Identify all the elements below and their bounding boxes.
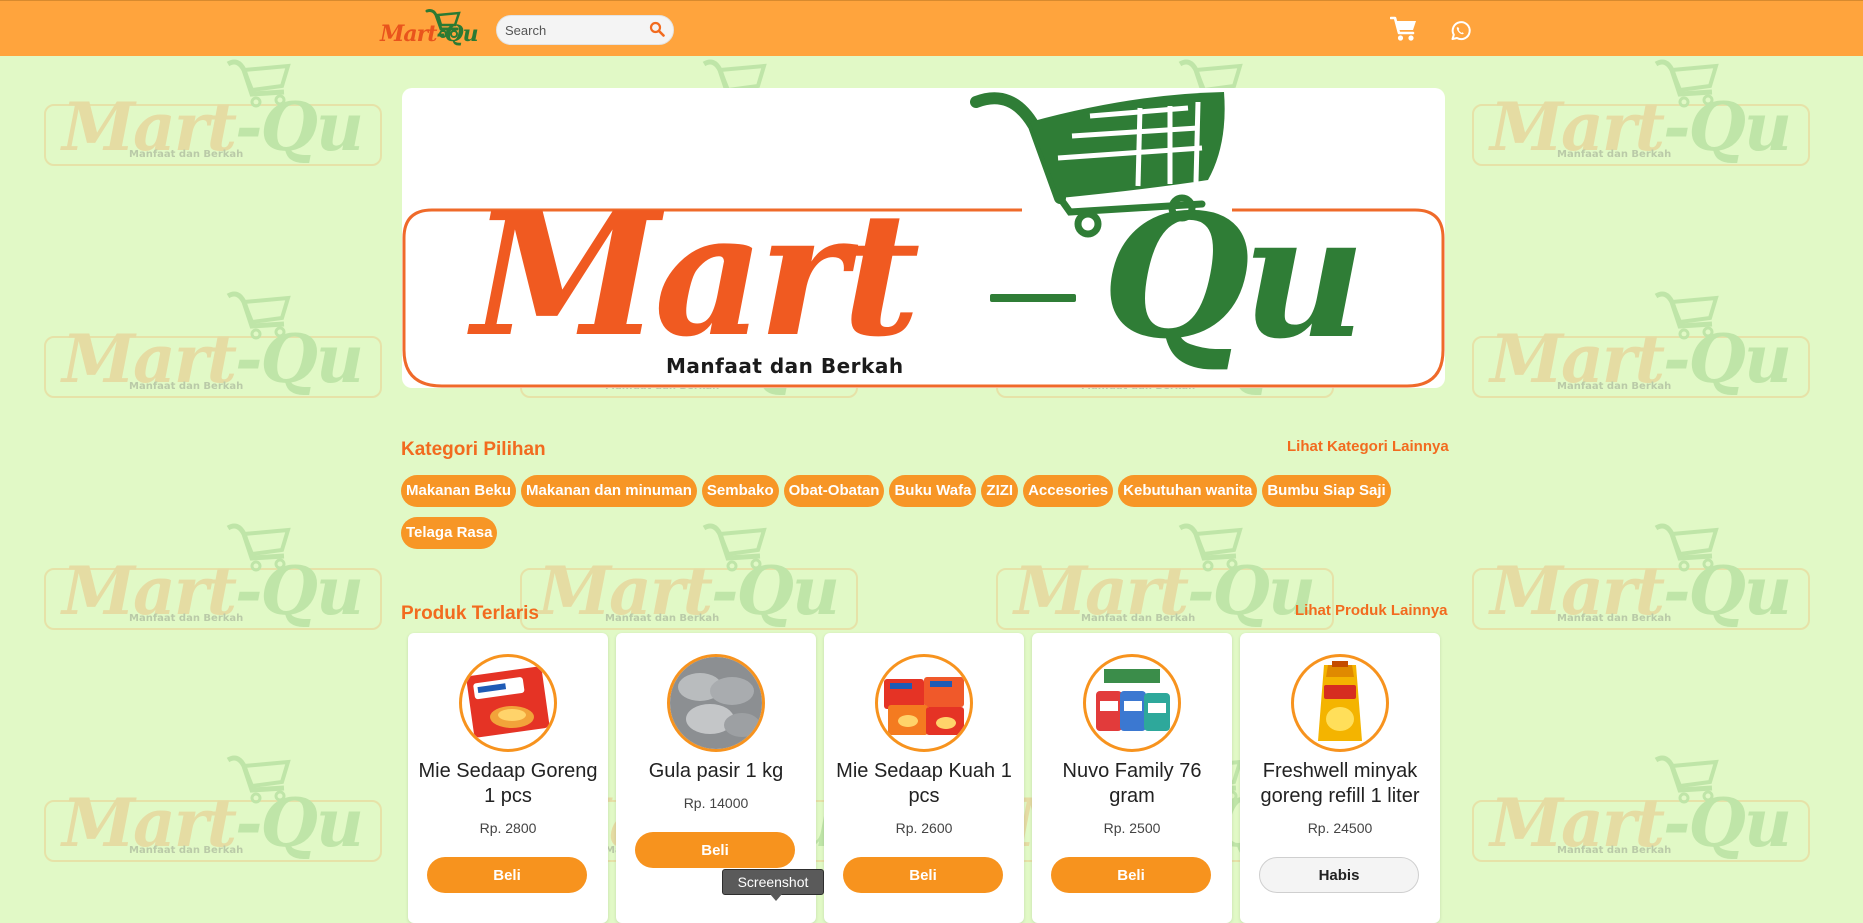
- category-pill[interactable]: Bumbu Siap Saji: [1262, 475, 1391, 507]
- category-pill[interactable]: Accesories: [1023, 475, 1114, 507]
- category-pill[interactable]: Telaga Rasa: [401, 517, 498, 549]
- product-image[interactable]: [459, 654, 557, 752]
- category-list: Makanan Beku Makanan dan minuman Sembako Ob…: [401, 475, 1446, 559]
- product-price: Rp. 2600: [895, 820, 953, 836]
- product-name[interactable]: Freshwell minyak goreng refill 1 liter: [1248, 759, 1432, 809]
- product-name[interactable]: Gula pasir 1 kg: [624, 759, 808, 784]
- tooltip-arrow: [770, 894, 782, 901]
- products-title: Produk Terlaris: [401, 603, 539, 624]
- category-pill[interactable]: Buku Wafa: [889, 475, 977, 507]
- category-pill[interactable]: Sembako: [701, 475, 779, 507]
- product-image[interactable]: [875, 654, 973, 752]
- category-pill[interactable]: ZIZI: [981, 475, 1019, 507]
- navbar-logo-text: Mart-Qu: [380, 21, 479, 47]
- buy-button[interactable]: Beli: [635, 832, 795, 868]
- product-card[interactable]: Mie Sedaap Kuah 1 pcs Rp. 2600 Beli: [824, 633, 1024, 923]
- more-products-link[interactable]: Lihat Produk Lainnya: [1295, 602, 1448, 619]
- watermark-logo: Mart-QuManfaat dan Berkah: [1472, 288, 1810, 398]
- product-name[interactable]: Nuvo Family 76 gram: [1040, 759, 1224, 809]
- tooltip-text: Screenshot: [737, 874, 809, 890]
- watermark-logo: Mart-QuManfaat dan Berkah: [44, 288, 382, 398]
- category-pill[interactable]: Makanan dan minuman: [521, 475, 697, 507]
- product-card[interactable]: Nuvo Family 76 gram Rp. 2500 Beli: [1032, 633, 1232, 923]
- product-image[interactable]: [667, 654, 765, 752]
- banner-dash: [990, 294, 1076, 302]
- category-pill[interactable]: Makanan Beku: [401, 475, 517, 507]
- tooltip: Screenshot: [722, 869, 824, 901]
- banner-brand-qu: Qu: [1102, 177, 1366, 377]
- banner-brand-mart: Mart: [472, 175, 920, 375]
- watermark-logo: Mart-QuManfaat dan Berkah: [1472, 520, 1810, 630]
- whatsapp-icon[interactable]: [1448, 19, 1472, 43]
- product-card[interactable]: Mie Sedaap Goreng 1 pcs Rp. 2800 Beli: [408, 633, 608, 923]
- product-price: Rp. 2500: [1103, 820, 1161, 836]
- banner-tagline: Manfaat dan Berkah: [666, 354, 904, 378]
- product-name[interactable]: Mie Sedaap Goreng 1 pcs: [416, 759, 600, 809]
- watermark-logo: Mart-QuManfaat dan Berkah: [1472, 56, 1810, 166]
- more-categories-link[interactable]: Lihat Kategori Lainnya: [1287, 438, 1449, 455]
- product-image[interactable]: [1291, 654, 1389, 752]
- product-price: Rp. 24500: [1307, 820, 1373, 836]
- cart-icon[interactable]: [1390, 16, 1418, 42]
- watermark-logo: Mart-QuManfaat dan Berkah: [44, 520, 382, 630]
- product-image[interactable]: [1083, 654, 1181, 752]
- watermark-logo: Mart-QuManfaat dan Berkah: [44, 752, 382, 862]
- product-price: Rp. 2800: [479, 820, 537, 836]
- watermark-logo: Mart-QuManfaat dan Berkah: [1472, 752, 1810, 862]
- search-input[interactable]: [497, 16, 645, 44]
- category-pill[interactable]: Kebutuhan wanita: [1118, 475, 1258, 507]
- product-name[interactable]: Mie Sedaap Kuah 1 pcs: [832, 759, 1016, 809]
- category-pill[interactable]: Obat-Obatan: [783, 475, 885, 507]
- categories-title: Kategori Pilihan: [401, 439, 546, 460]
- product-card[interactable]: Freshwell minyak goreng refill 1 liter Rp…: [1240, 633, 1440, 923]
- navbar: Mart-Qu: [0, 0, 1863, 56]
- hero-banner: Mart Qu Manfaat dan Berkah: [402, 88, 1445, 388]
- search-icon[interactable]: [649, 21, 665, 37]
- product-price: Rp. 14000: [683, 795, 749, 811]
- search-box: [496, 15, 674, 45]
- navbar-logo[interactable]: Mart-Qu: [380, 7, 479, 53]
- buy-button[interactable]: Beli: [427, 857, 587, 893]
- buy-button[interactable]: Beli: [1051, 857, 1211, 893]
- sold-out-button[interactable]: Habis: [1259, 857, 1419, 893]
- watermark-logo: Mart-QuManfaat dan Berkah: [44, 56, 382, 166]
- buy-button[interactable]: Beli: [843, 857, 1003, 893]
